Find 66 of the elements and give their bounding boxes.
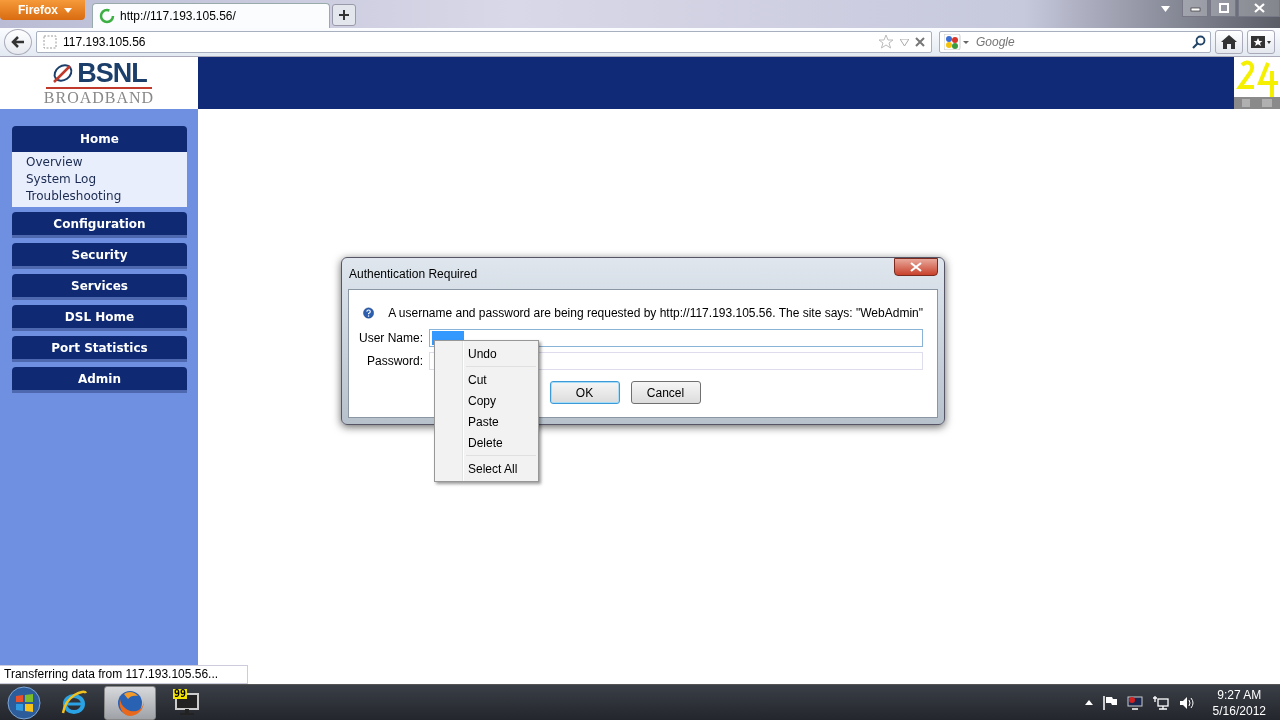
back-arrow-icon [11, 36, 25, 48]
maximize-icon [1217, 3, 1229, 13]
home-icon [1221, 35, 1237, 49]
start-button[interactable] [4, 685, 44, 720]
menu-item[interactable]: Paste [437, 411, 536, 432]
show-hidden-icons-icon[interactable] [1084, 700, 1093, 705]
close-icon [1253, 3, 1265, 13]
logo-tagline: BROADBAND [43, 90, 155, 106]
star-icon[interactable] [878, 34, 894, 50]
search-field[interactable]: Google [974, 34, 1188, 50]
menu-button[interactable]: Admin [12, 367, 187, 393]
menu-button[interactable]: Home [12, 126, 187, 152]
page-icon [43, 35, 57, 49]
bookmark-star-icon [1251, 35, 1271, 49]
menu-item[interactable]: Cut [437, 369, 536, 390]
caret-icon [64, 7, 72, 13]
taskbar-button[interactable] [104, 685, 156, 720]
dialog-title: Authentication Required [348, 266, 478, 281]
close-icon [910, 262, 922, 272]
home-button[interactable] [1215, 30, 1243, 54]
caret-icon [1161, 6, 1170, 12]
field-label: User Name: [358, 331, 423, 345]
submenu-link[interactable]: Troubleshooting [26, 188, 173, 205]
speaker-icon[interactable] [1178, 695, 1195, 710]
back-button[interactable] [4, 29, 32, 55]
bookmarks-button[interactable] [1247, 30, 1275, 54]
input-field[interactable] [429, 329, 923, 347]
submenu-link[interactable]: Overview [26, 154, 173, 171]
loading-spinner-icon [99, 8, 115, 24]
clock-date: 5/16/2012 [1212, 702, 1266, 719]
search-icon[interactable] [1192, 35, 1206, 49]
dialog-button[interactable]: OK [549, 381, 620, 404]
dialog-button[interactable]: Cancel [630, 381, 701, 404]
close-button[interactable] [894, 258, 938, 276]
close-button[interactable] [1238, 0, 1280, 17]
dialog-message: A username and password are being requested by http://117.193.105.56. The site says: "WebAdmin" [388, 306, 923, 320]
count-badge: 99 [173, 688, 188, 699]
menu-item[interactable]: Select All [437, 458, 536, 479]
menu-button[interactable]: Configuration [12, 212, 187, 238]
firefox-icon [116, 688, 144, 717]
monitor-icon[interactable] [1126, 695, 1143, 710]
menu-button[interactable]: Security [12, 243, 187, 269]
tab-list-button[interactable] [1161, 6, 1170, 12]
address-field[interactable]: 117.193.105.56 [36, 31, 932, 53]
menu-button[interactable]: Services [12, 274, 187, 300]
menu-item[interactable]: Undo [437, 343, 536, 364]
field-label: Password: [365, 354, 423, 368]
maximize-button[interactable] [1210, 0, 1236, 17]
network-icon[interactable] [1152, 695, 1169, 710]
menu-button[interactable]: Port Statistics [12, 336, 187, 362]
search-box[interactable]: Google [939, 31, 1211, 53]
browser-tab[interactable]: http://117.193.105.56/ [92, 3, 330, 28]
taskbar-button[interactable]: 99 [160, 685, 212, 720]
clock-time: 9:27 AM [1217, 686, 1262, 703]
menu-item[interactable]: Copy [437, 390, 536, 411]
new-tab-button[interactable] [332, 4, 356, 26]
submenu-link[interactable]: System Log [26, 171, 173, 188]
plus-icon [339, 10, 349, 20]
search-engine-icon[interactable] [944, 34, 970, 50]
status-text: Transferring data from 117.193.105.56... [0, 665, 248, 684]
flag-icon[interactable] [1102, 695, 1117, 710]
menu-item[interactable]: Delete [437, 432, 536, 453]
logo-text: BSNL [77, 60, 147, 86]
menu-button[interactable]: DSL Home [12, 305, 187, 331]
stop-icon[interactable] [915, 37, 925, 47]
internet-explorer-icon [60, 688, 88, 717]
